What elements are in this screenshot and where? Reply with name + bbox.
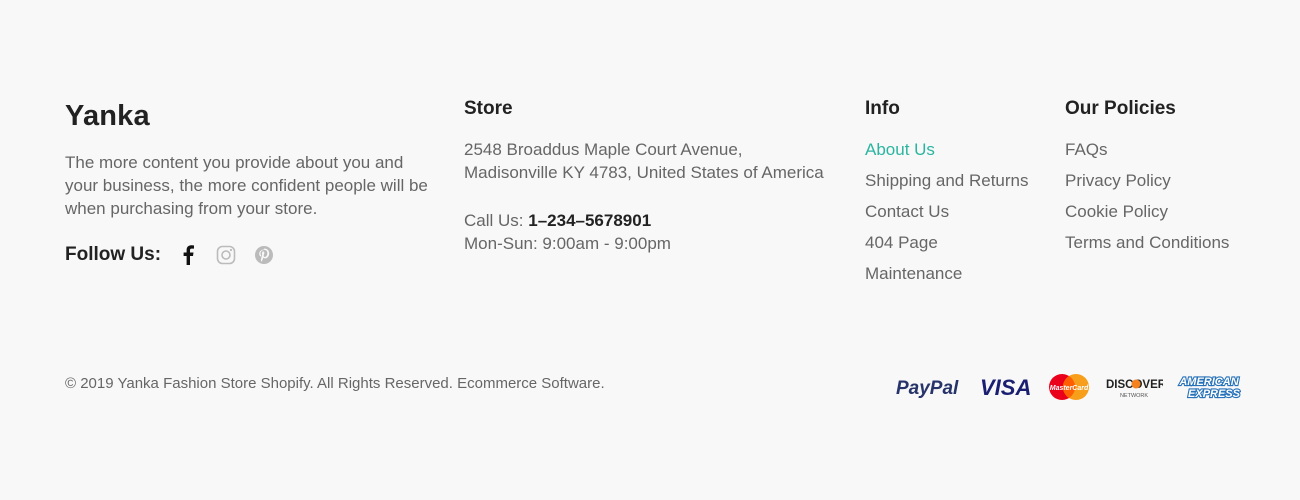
link-terms-conditions[interactable]: Terms and Conditions: [1065, 231, 1265, 262]
store-address: 2548 Broaddus Maple Court Avenue, Madiso…: [464, 138, 844, 184]
phone-number[interactable]: 1–234–5678901: [528, 211, 651, 230]
store-heading: Store: [464, 98, 513, 119]
facebook-icon[interactable]: [177, 244, 199, 266]
visa-text: VISA: [980, 375, 1031, 399]
amex-line-1: AMERICAN: [1178, 376, 1239, 388]
phone-row: Call Us: 1–234–5678901: [464, 209, 844, 232]
link-shipping-returns[interactable]: Shipping and Returns: [865, 169, 1055, 200]
follow-label: Follow Us:: [65, 244, 162, 265]
store-column: Store 2548 Broaddus Maple Court Avenue, …: [464, 96, 844, 255]
discover-icon: DISCOVER NETWORK: [1105, 375, 1163, 399]
link-cookie-policy[interactable]: Cookie Policy: [1065, 200, 1265, 231]
info-heading: Info: [865, 98, 900, 119]
mastercard-icon: MasterCard: [1047, 372, 1091, 402]
link-about-us[interactable]: About Us: [865, 138, 1055, 169]
copyright: © 2019 Yanka Fashion Store Shopify. All …: [65, 375, 605, 392]
amex-line-2: EXPRESS: [1188, 388, 1241, 400]
policies-links: FAQs Privacy Policy Cookie Policy Terms …: [1065, 138, 1265, 262]
follow-us: Follow Us:: [65, 244, 445, 266]
paypal-icon: PayPal: [895, 375, 965, 399]
link-404-page[interactable]: 404 Page: [865, 231, 1055, 262]
svg-text:NETWORK: NETWORK: [1120, 393, 1148, 399]
payment-methods: PayPal VISA MasterCard DISCOVER NETWORK …: [895, 372, 1241, 402]
amex-icon: AMERICAN EXPRESS: [1177, 374, 1241, 400]
pinterest-icon[interactable]: [253, 244, 275, 266]
store-hours: Mon-Sun: 9:00am - 9:00pm: [464, 234, 671, 253]
svg-text:VISA: VISA: [980, 375, 1031, 399]
brand-logo[interactable]: Yanka: [65, 100, 445, 133]
svg-text:EXPRESS: EXPRESS: [1188, 388, 1241, 400]
info-column: Info About Us Shipping and Returns Conta…: [865, 96, 1055, 309]
brand-column: Yanka The more content you provide about…: [65, 96, 445, 266]
svg-text:AMERICAN: AMERICAN: [1178, 376, 1239, 388]
discover-sub-text: NETWORK: [1120, 393, 1148, 399]
mastercard-text: MasterCard: [1050, 385, 1089, 392]
visa-icon: VISA: [979, 375, 1033, 399]
policies-heading: Our Policies: [1065, 98, 1176, 119]
svg-text:MasterCard: MasterCard: [1050, 385, 1089, 392]
address-line-2: Madisonville KY 4783, United States of A…: [464, 163, 824, 182]
svg-text:PayPal: PayPal: [896, 378, 959, 399]
policies-column: Our Policies FAQs Privacy Policy Cookie …: [1065, 96, 1265, 278]
store-contact: Call Us: 1–234–5678901 Mon-Sun: 9:00am -…: [464, 209, 844, 255]
paypal-text: PayPal: [896, 378, 959, 399]
brand-description: The more content you provide about you a…: [65, 153, 428, 218]
link-faqs[interactable]: FAQs: [1065, 138, 1265, 169]
link-contact-us[interactable]: Contact Us: [865, 200, 1055, 231]
link-privacy-policy[interactable]: Privacy Policy: [1065, 169, 1265, 200]
info-links: About Us Shipping and Returns Contact Us…: [865, 138, 1055, 293]
address-line-1: 2548 Broaddus Maple Court Avenue,: [464, 140, 743, 159]
instagram-icon[interactable]: [215, 244, 237, 266]
link-maintenance[interactable]: Maintenance: [865, 262, 1055, 293]
call-label: Call Us:: [464, 211, 524, 230]
